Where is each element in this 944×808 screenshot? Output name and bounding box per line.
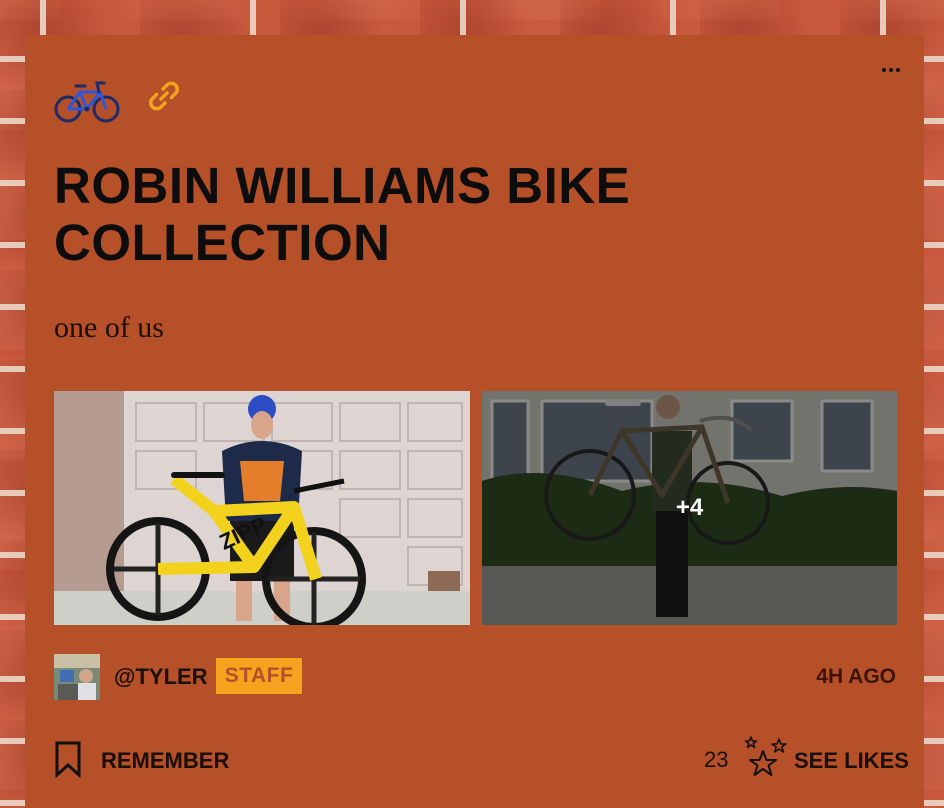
avatar-image <box>54 654 100 700</box>
more-icon-dot <box>889 68 893 72</box>
post-subtitle: one of us <box>54 311 164 344</box>
post-photo-2[interactable]: +4 <box>482 391 897 625</box>
author-avatar[interactable] <box>54 654 100 700</box>
see-likes-button[interactable]: SEE LIKES <box>794 748 909 774</box>
likes-count: 23 <box>704 747 729 772</box>
post-timestamp: 4H AGO <box>816 665 896 688</box>
remember-button[interactable]: REMEMBER <box>101 748 229 774</box>
post-card: ROBIN WILLIAMS BIKE COLLECTION one of us <box>25 35 924 808</box>
link-icon[interactable] <box>146 78 182 114</box>
bookmark-icon[interactable] <box>54 740 82 778</box>
post-title: ROBIN WILLIAMS BIKE COLLECTION <box>54 157 631 271</box>
bicycle-icon <box>54 81 120 123</box>
staff-badge: STAFF <box>216 658 302 694</box>
more-icon-dot <box>896 68 900 72</box>
stars-icon[interactable] <box>741 735 789 779</box>
more-photos-count: +4 <box>675 494 704 521</box>
author-handle[interactable]: @TYLER <box>114 664 208 690</box>
post-photo-1[interactable]: ZIPP <box>54 391 470 625</box>
more-options-button[interactable] <box>879 61 903 79</box>
photo-1-image: ZIPP <box>54 391 470 625</box>
more-icon-dot <box>882 68 886 72</box>
